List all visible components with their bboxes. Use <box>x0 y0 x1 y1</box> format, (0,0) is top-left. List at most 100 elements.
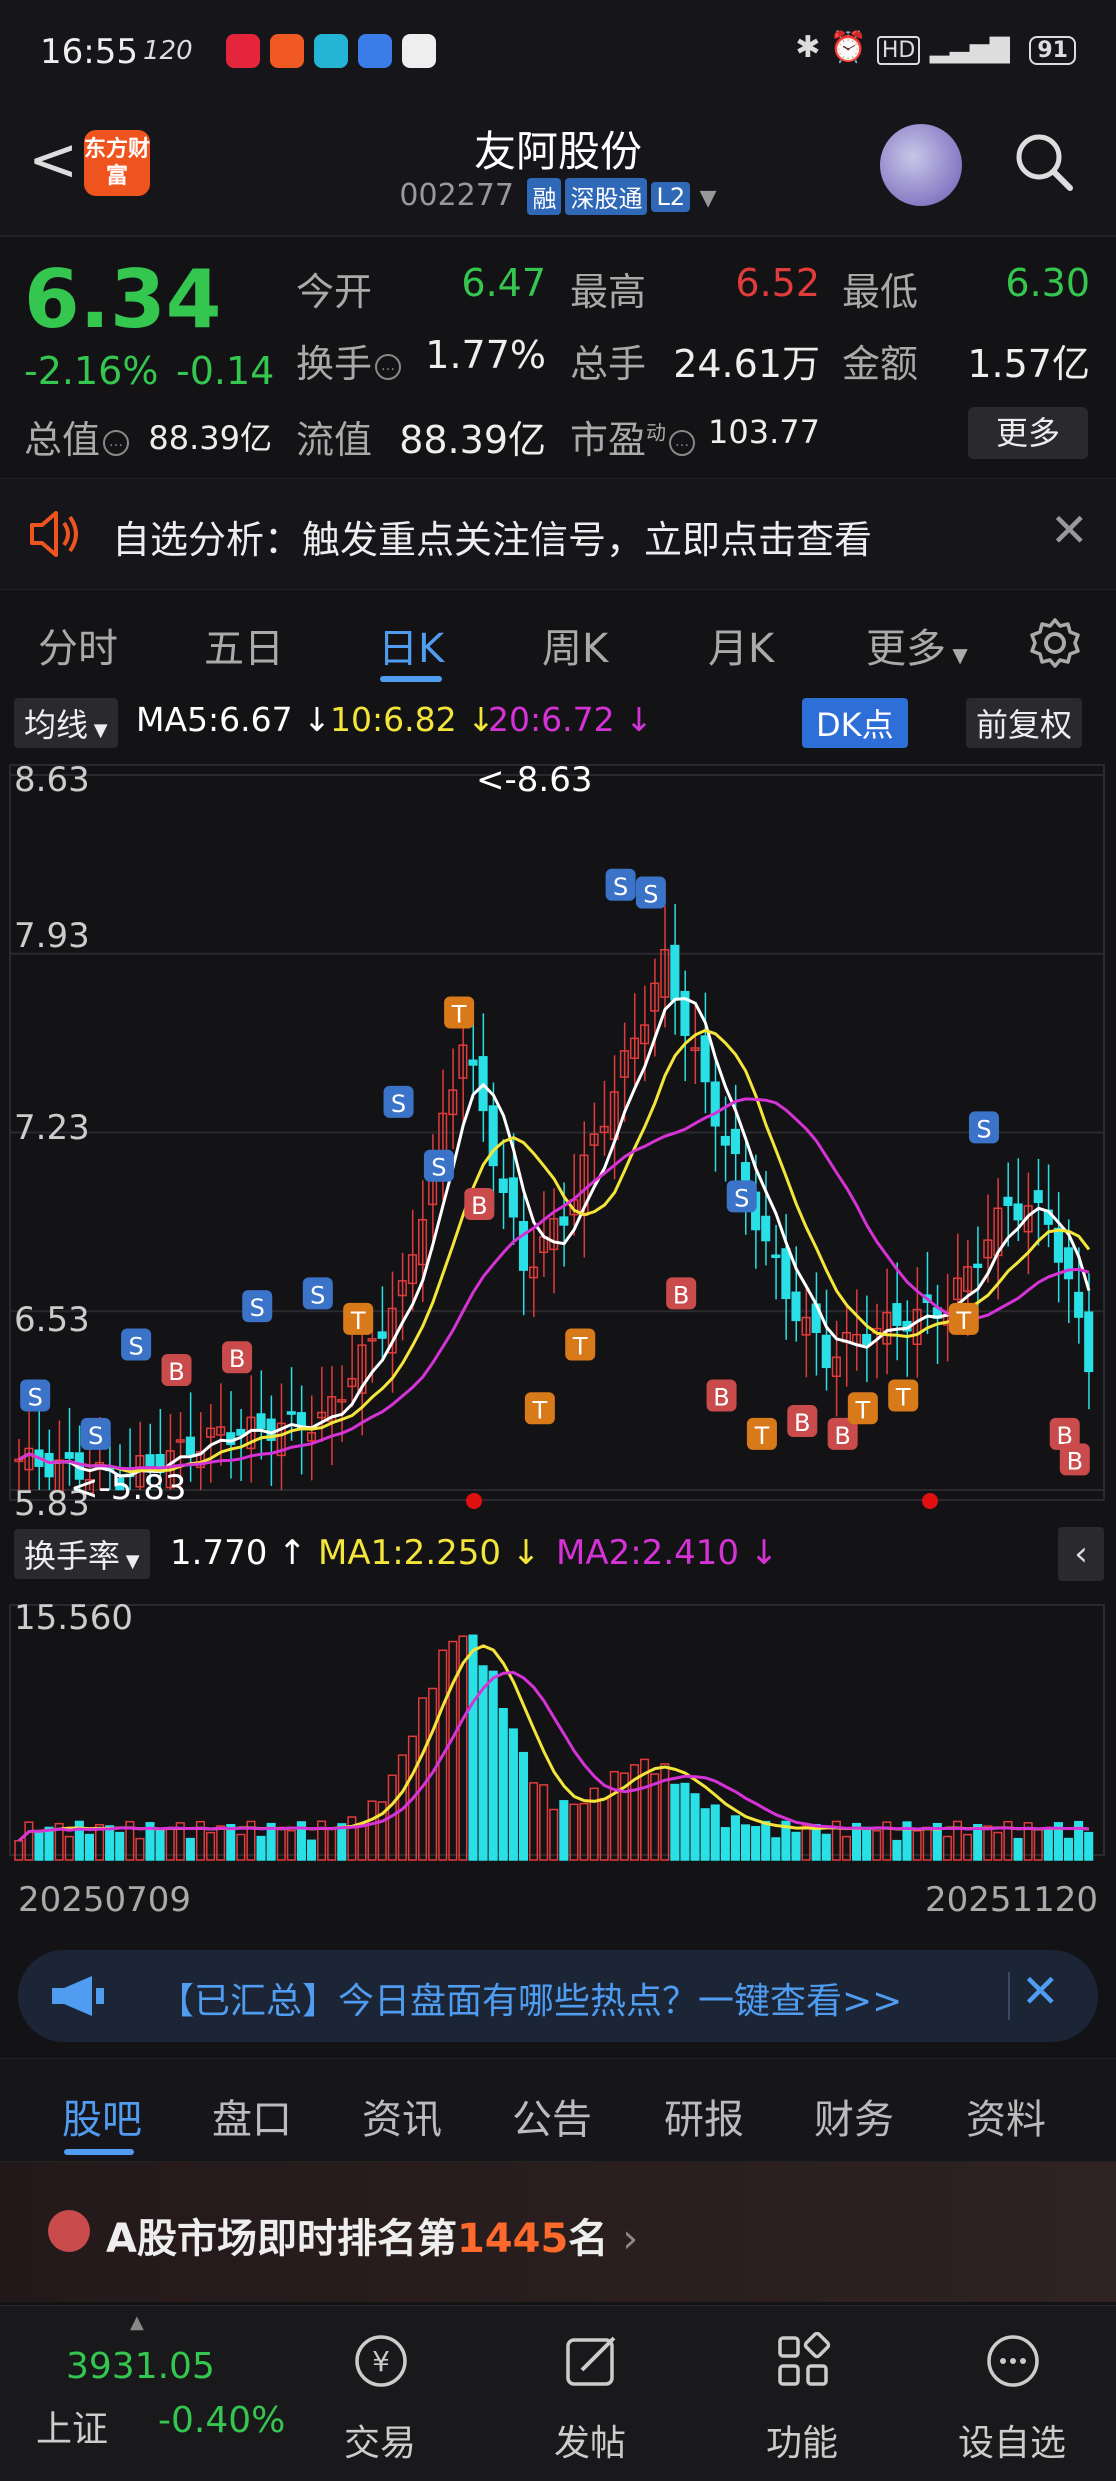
nav-post[interactable]: 发帖 <box>500 2306 680 2481</box>
volume-bar <box>730 1815 740 1861</box>
open-label: 今开 <box>296 270 373 314</box>
tab-research[interactable]: 研报 <box>664 2087 744 2145</box>
turnover-chart: 15.560 <box>9 1598 1105 1861</box>
float-cap-label: 流值 <box>296 418 373 462</box>
grid-icon <box>778 2332 831 2386</box>
margin-tag: 融 <box>527 178 562 215</box>
change-percent: -2.16% <box>24 349 159 393</box>
nav-functions[interactable]: 功能 <box>712 2306 892 2481</box>
ma-selector[interactable]: 均线 ▼ <box>14 698 118 748</box>
candlestick-chart[interactable]: SSSB BS STSSTBTTS SBBST B BT TTSBB 8.63 7.93 7… <box>0 755 1116 1525</box>
candle-body <box>771 1254 781 1259</box>
chart-badge-icon <box>48 2210 90 2252</box>
candle-body <box>64 1452 74 1459</box>
volume-bar <box>488 1670 498 1861</box>
volume-bar <box>740 1824 751 1861</box>
y-axis-label: 6.53 <box>14 1300 90 1340</box>
dk-point-button[interactable]: DK点 <box>802 698 908 748</box>
assistant-robot-icon[interactable] <box>880 124 962 206</box>
ma20-label: 20:6.72 ↓ <box>488 700 653 739</box>
candle-body <box>145 1454 155 1467</box>
nav-trade-label: 交易 <box>343 2423 416 2464</box>
hotspot-banner[interactable]: 【已汇总】今日盘面有哪些热点？一键查看>> ✕ <box>18 1950 1098 2042</box>
candle-body <box>508 1177 518 1218</box>
volume-bar <box>751 1826 761 1861</box>
tab-news[interactable]: 资讯 <box>362 2087 442 2145</box>
signal-marker-label: S <box>391 1090 406 1118</box>
adjust-button[interactable]: 前复权 <box>966 698 1083 748</box>
tab-more[interactable]: 更多 ▼ <box>866 616 968 674</box>
nav-trade[interactable]: ¥ 交易 <box>290 2306 470 2481</box>
volume-bar <box>256 1835 266 1861</box>
signal-marker-label: T <box>895 1384 911 1412</box>
tab-announcements[interactable]: 公告 <box>512 2087 592 2145</box>
candle-body <box>1084 1311 1094 1373</box>
gear-icon[interactable] <box>1028 616 1082 670</box>
signal-marker-label: S <box>28 1384 43 1412</box>
tab-weekly-k[interactable]: 周K <box>542 616 608 674</box>
tab-five-day[interactable]: 五日 <box>204 616 284 674</box>
more-quote-button[interactable]: 更多 <box>968 407 1088 459</box>
tab-orderbook[interactable]: 盘口 <box>212 2087 292 2145</box>
candle-body <box>730 1128 740 1155</box>
volume-bar <box>700 1808 710 1861</box>
status-right: ✱ ⏰ HD ▂▃▅▇ 91 <box>795 30 1076 65</box>
volume-bar <box>761 1820 771 1861</box>
signal-marker-label: T <box>572 1332 588 1360</box>
volume-bar <box>720 1827 730 1861</box>
candle-body <box>973 1263 983 1269</box>
battery-icon: 91 <box>1029 36 1076 65</box>
content-tabs: 股吧 盘口 资讯 公告 研报 财务 资料 <box>0 2058 1116 2162</box>
indicator-selector[interactable]: 换手率 ▼ <box>14 1529 150 1579</box>
analysis-notice[interactable]: 自选分析：触发重点关注信号，立即点击查看 ✕ <box>0 478 1116 590</box>
index-value: 3931.05 <box>66 2346 215 2387</box>
volume-bar <box>236 1833 246 1861</box>
signal-marker-label: T <box>451 1000 467 1028</box>
candle-body <box>1053 1227 1063 1263</box>
kline-tabs: 分时 五日 日K 周K 月K 更多 ▼ <box>0 590 1116 690</box>
chevron-down-icon[interactable]: ▼ <box>700 186 717 211</box>
candle-body <box>185 1436 195 1456</box>
change-value: -0.14 <box>176 349 275 393</box>
signal-marker-label: S <box>88 1422 103 1450</box>
close-icon[interactable]: ✕ <box>1021 1964 1060 2018</box>
high-label: 最高 <box>570 270 647 314</box>
info-icon[interactable]: … <box>669 429 696 456</box>
volume-bar <box>841 1835 852 1861</box>
close-icon[interactable]: ✕ <box>1050 503 1089 557</box>
volume-bar <box>599 1797 609 1861</box>
tab-forum[interactable]: 股吧 <box>62 2087 142 2145</box>
nav-add-watchlist[interactable]: 设自选 <box>922 2306 1102 2481</box>
market-cap-label: 总值… <box>24 409 130 464</box>
volume-bar <box>963 1833 973 1861</box>
candle-body <box>498 1178 508 1194</box>
index-name: 上证 <box>36 2409 109 2450</box>
signal-dot <box>922 1493 938 1509</box>
volume-bar <box>14 1839 24 1861</box>
search-icon[interactable] <box>1012 130 1074 192</box>
volume-bar <box>892 1839 902 1861</box>
app-icon <box>314 34 348 68</box>
tab-intraday[interactable]: 分时 <box>38 616 118 674</box>
info-icon[interactable]: … <box>103 429 130 456</box>
info-icon[interactable]: … <box>375 353 402 380</box>
tab-daily-k[interactable]: 日K <box>378 616 444 674</box>
volume-bar <box>347 1816 357 1861</box>
volume-bar <box>650 1773 660 1861</box>
index-ticker[interactable]: ▲ 3931.05 上证 -0.40% <box>0 2306 300 2481</box>
candle-body <box>892 1303 902 1326</box>
collapse-chevron-icon[interactable]: ‹ <box>1058 1527 1104 1581</box>
market-rank-row[interactable]: A股市场即时排名第1445名 › <box>0 2162 1116 2302</box>
tab-monthly-k[interactable]: 月K <box>708 616 774 674</box>
volume-bar <box>508 1728 518 1861</box>
tab-financials[interactable]: 财务 <box>814 2087 894 2145</box>
signal-marker-label: S <box>310 1281 325 1309</box>
chevron-down-icon: ▼ <box>120 1551 140 1572</box>
candle-body <box>1003 1196 1013 1206</box>
turnover-value-label: 1.770 ↑ <box>170 1533 307 1573</box>
volume-bar <box>811 1824 821 1861</box>
candle-body <box>1013 1203 1023 1221</box>
bottom-nav: ▲ 3931.05 上证 -0.40% ¥ 交易 发帖 功能 设自选 <box>0 2305 1116 2481</box>
taobao-icon <box>226 34 260 68</box>
tab-profile[interactable]: 资料 <box>966 2087 1046 2145</box>
